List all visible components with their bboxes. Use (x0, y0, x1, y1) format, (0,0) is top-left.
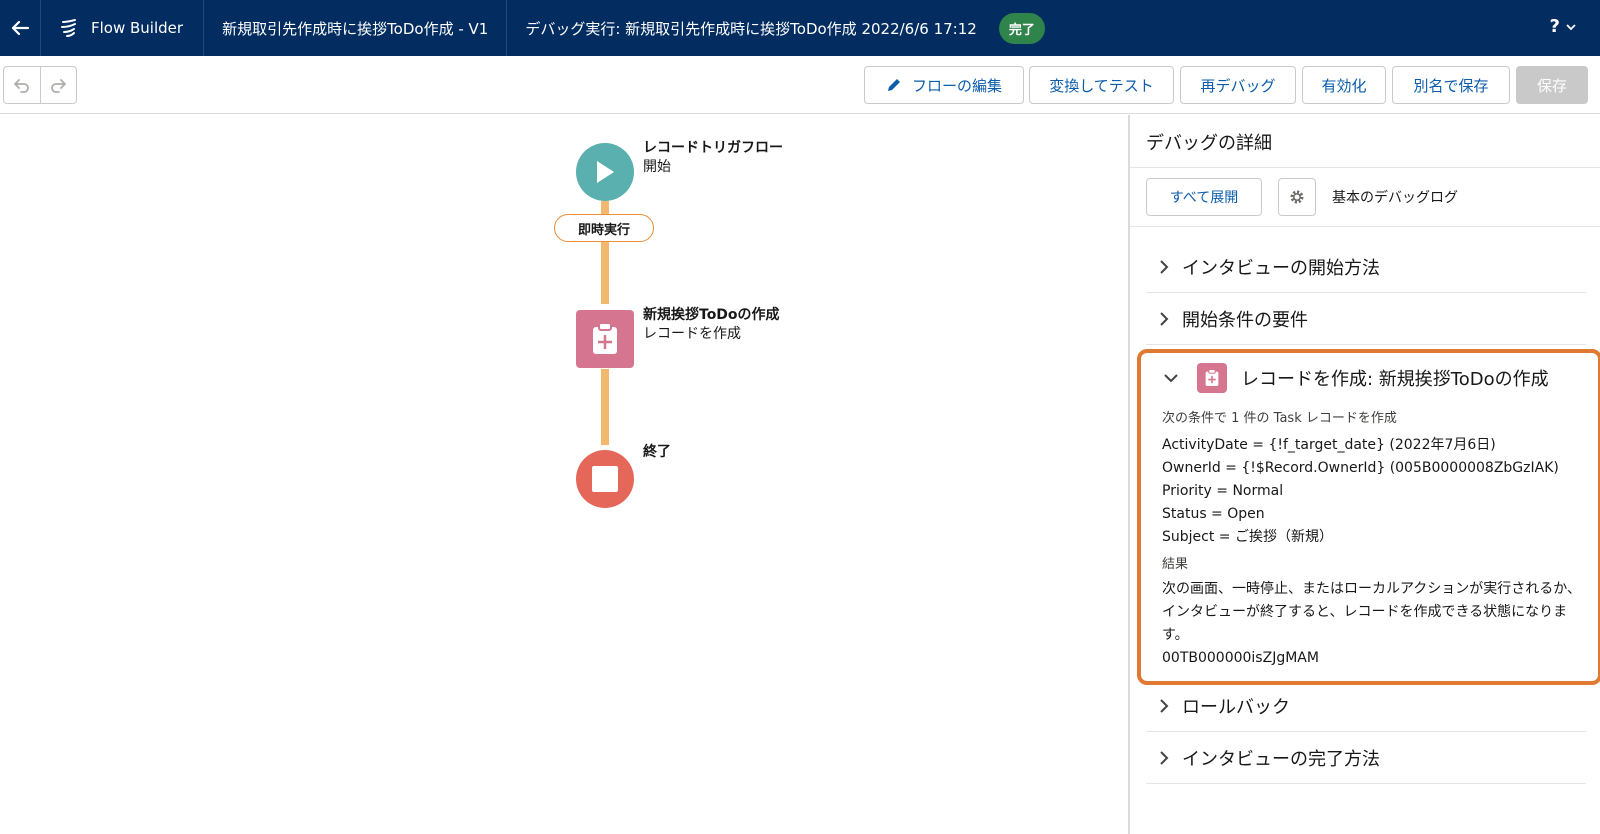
expanded-section-body: 次の条件で 1 件の Task レコードを作成 ActivityDate = {… (1162, 407, 1592, 670)
record-create-icon (1197, 363, 1227, 393)
end-node[interactable] (576, 450, 634, 508)
toolbar: フローの編集 変換してテスト 再デバッグ 有効化 別名で保存 保存 (0, 56, 1600, 114)
redo-button[interactable] (41, 67, 77, 103)
status-badge: 完了 (998, 12, 1045, 44)
flow-canvas[interactable]: レコードトリガフロー 開始 即時実行 新規挨拶ToDoの作成 レコードを作成 終… (0, 115, 1128, 834)
divider (1130, 167, 1600, 168)
start-node-subtitle: 開始 (643, 159, 671, 175)
debug-log-level: 基本のデバッグログ (1332, 190, 1458, 206)
create-record-node[interactable] (576, 310, 634, 368)
section-interview-finish[interactable]: インタビューの完了方法 (1146, 732, 1586, 784)
edit-flow-button[interactable]: フローの編集 (864, 66, 1024, 104)
field-line: Priority = Normal (1162, 483, 1284, 499)
flow-name: 新規取引先作成時に挨拶ToDo作成 - V1 (204, 0, 508, 56)
create-record-node-title: 新規挨拶ToDoの作成 (643, 307, 780, 323)
re-debug-button[interactable]: 再デバッグ (1180, 66, 1296, 104)
undo-icon (13, 79, 29, 93)
expanded-section-title: レコードを作成: 新規挨拶ToDoの作成 (1241, 369, 1549, 390)
debug-run-title: デバッグ実行: 新規取引先作成時に挨拶ToDo作成 2022/6/6 17:12… (507, 0, 1045, 56)
connector-line (601, 201, 609, 214)
save-button[interactable]: 保存 (1516, 66, 1588, 104)
connector-line (601, 242, 609, 304)
section-label: インタビューの開始方法 (1182, 257, 1380, 279)
undo-redo-group (3, 66, 77, 104)
back-button[interactable] (0, 0, 41, 56)
app-brand-label: Flow Builder (91, 19, 184, 37)
help-menu[interactable]: ? (1550, 16, 1576, 37)
chevron-right-icon (1146, 311, 1182, 327)
expand-all-button[interactable]: すべて展開 (1146, 178, 1262, 216)
chevron-right-icon (1146, 750, 1182, 766)
expanded-section-header[interactable]: レコードを作成: 新規挨拶ToDoの作成 (1163, 363, 1549, 393)
connector-line (601, 369, 609, 445)
pencil-icon (887, 79, 900, 91)
field-line: ActivityDate = {!f_target_date} (2022年7月… (1162, 437, 1496, 453)
save-as-button[interactable]: 別名で保存 (1392, 66, 1510, 104)
section-create-record-expanded: レコードを作成: 新規挨拶ToDoの作成 次の条件で 1 件の Task レコー… (1137, 349, 1600, 685)
end-node-title: 終了 (643, 444, 671, 460)
create-condition: 次の条件で 1 件の Task レコードを作成 (1162, 411, 1397, 426)
section-label: 開始条件の要件 (1182, 309, 1308, 331)
help-icon: ? (1549, 16, 1560, 37)
app-brand: Flow Builder (41, 0, 205, 56)
start-node[interactable] (576, 143, 634, 201)
section-label: ロールバック (1182, 696, 1290, 718)
create-record-node-subtitle: レコードを作成 (643, 326, 741, 342)
redo-icon (51, 79, 67, 93)
section-start-conditions[interactable]: 開始条件の要件 (1146, 293, 1586, 345)
field-line: OwnerId = {!$Record.OwnerId} (005B000000… (1162, 460, 1559, 476)
panel-title: デバッグの詳細 (1146, 133, 1272, 154)
gear-icon (1290, 190, 1304, 204)
create-record-node-label: 新規挨拶ToDoの作成 レコードを作成 (643, 306, 780, 344)
section-interview-start[interactable]: インタビューの開始方法 (1146, 241, 1586, 293)
chevron-right-icon (1146, 259, 1182, 275)
field-line: Subject = ご挨拶（新規） (1162, 529, 1333, 545)
convert-test-button[interactable]: 変換してテスト (1029, 66, 1174, 104)
start-node-label: レコードトリガフロー 開始 (643, 139, 783, 177)
app-header: Flow Builder 新規取引先作成時に挨拶ToDo作成 - V1 デバッグ… (0, 0, 1600, 56)
play-icon (597, 161, 614, 183)
end-node-label: 終了 (643, 443, 671, 462)
chevron-down-icon (1566, 23, 1576, 30)
flow-builder-icon (61, 19, 76, 37)
record-create-icon (593, 322, 617, 354)
section-rollback[interactable]: ロールバック (1146, 680, 1586, 732)
field-line: Status = Open (1162, 506, 1265, 522)
stop-icon (592, 466, 618, 492)
undo-button[interactable] (4, 67, 41, 103)
divider (1130, 226, 1600, 227)
chevron-down-icon (1164, 374, 1178, 383)
edit-flow-label: フローの編集 (911, 76, 1002, 95)
log-settings-button[interactable] (1278, 178, 1316, 216)
debug-details-panel: デバッグの詳細 すべて展開 基本のデバッグログ インタビューの開始方法 開始条件… (1128, 115, 1600, 834)
start-node-title: レコードトリガフロー (643, 140, 783, 156)
back-arrow-icon (11, 20, 30, 36)
path-label: 即時実行 (554, 214, 654, 242)
section-label: インタビューの完了方法 (1182, 748, 1380, 770)
result-label: 結果 (1162, 557, 1189, 572)
activate-button[interactable]: 有効化 (1302, 66, 1386, 104)
result-text: 次の画面、一時停止、またはローカルアクションが実行されるか、インタビューが終了す… (1162, 581, 1582, 643)
debug-run-title-text: デバッグ実行: 新規取引先作成時に挨拶ToDo作成 2022/6/6 17:12 (525, 19, 977, 38)
chevron-right-icon (1146, 698, 1182, 714)
record-id: 00TB000000isZJgMAM (1162, 650, 1319, 666)
